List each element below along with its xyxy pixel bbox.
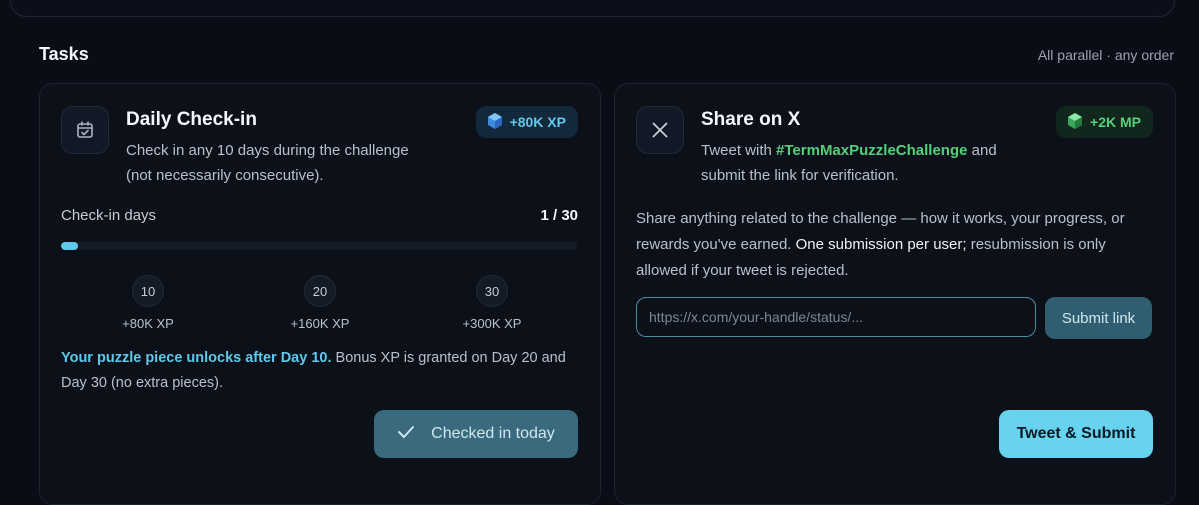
milestone-day-20: 20 +160K XP [270,275,370,331]
unlock-note: Your puzzle piece unlocks after Day 10. … [61,346,581,396]
description-line: (not necessarily consecutive). [126,167,324,184]
milestone-reward: +80K XP [122,316,174,331]
progress-fill [61,242,79,250]
x-logo-icon [636,106,684,154]
progress-value: 1 / 30 [540,207,578,224]
checked-in-today-button[interactable]: Checked in today [374,410,578,458]
milestone-reward: +300K XP [462,316,522,331]
tweet-link-input[interactable] [636,297,1036,337]
share-on-x-card: Share on X Tweet with #TermMaxPuzzleChal… [614,83,1176,505]
progress-bar [61,242,577,250]
mp-badge: +2K MP [1056,106,1153,138]
badge-label: +2K MP [1090,114,1141,130]
card-description: Tweet with #TermMaxPuzzleChallenge and s… [701,138,997,188]
button-label: Checked in today [431,425,555,442]
checkmark-icon [397,425,415,444]
card-title: Share on X [701,109,801,130]
milestone-day-30: 30 +300K XP [442,275,542,331]
progress-label: Check-in days [61,207,157,224]
description-line: Check in any 10 days during the challeng… [126,142,409,159]
xp-gem-icon [486,112,504,133]
section-hint: All parallel · any order [1037,47,1174,63]
instructions-emphasis: One submission per user; [795,236,967,253]
mp-gem-icon [1066,112,1084,133]
milestone-day-10: 10 +80K XP [98,275,198,331]
description-line: Tweet with #TermMaxPuzzleChallenge and [701,138,997,163]
top-panel [10,0,1175,17]
card-description: Check in any 10 days during the challeng… [126,138,409,188]
milestone-day: 30 [476,275,508,307]
daily-checkin-card: Daily Check-in Check in any 10 days duri… [39,83,601,505]
description-prefix: Tweet with [701,142,777,159]
xp-badge: +80K XP [475,106,578,138]
hashtag: #TermMaxPuzzleChallenge [776,142,968,159]
milestone-reward: +160K XP [290,316,350,331]
card-title: Daily Check-in [126,109,257,130]
submit-link-button[interactable]: Submit link [1045,297,1152,339]
tweet-and-submit-button[interactable]: Tweet & Submit [999,410,1153,458]
note-highlight: Your puzzle piece unlocks after Day 10. [61,350,332,366]
milestone-day: 20 [304,275,336,307]
badge-label: +80K XP [509,114,566,130]
milestone-day: 10 [132,275,164,307]
description-line: submit the link for verification. [701,167,899,184]
section-title: Tasks [39,44,89,64]
share-instructions: Share anything related to the challenge … [636,206,1156,284]
calendar-check-icon [61,106,109,154]
description-suffix: and [967,142,997,159]
